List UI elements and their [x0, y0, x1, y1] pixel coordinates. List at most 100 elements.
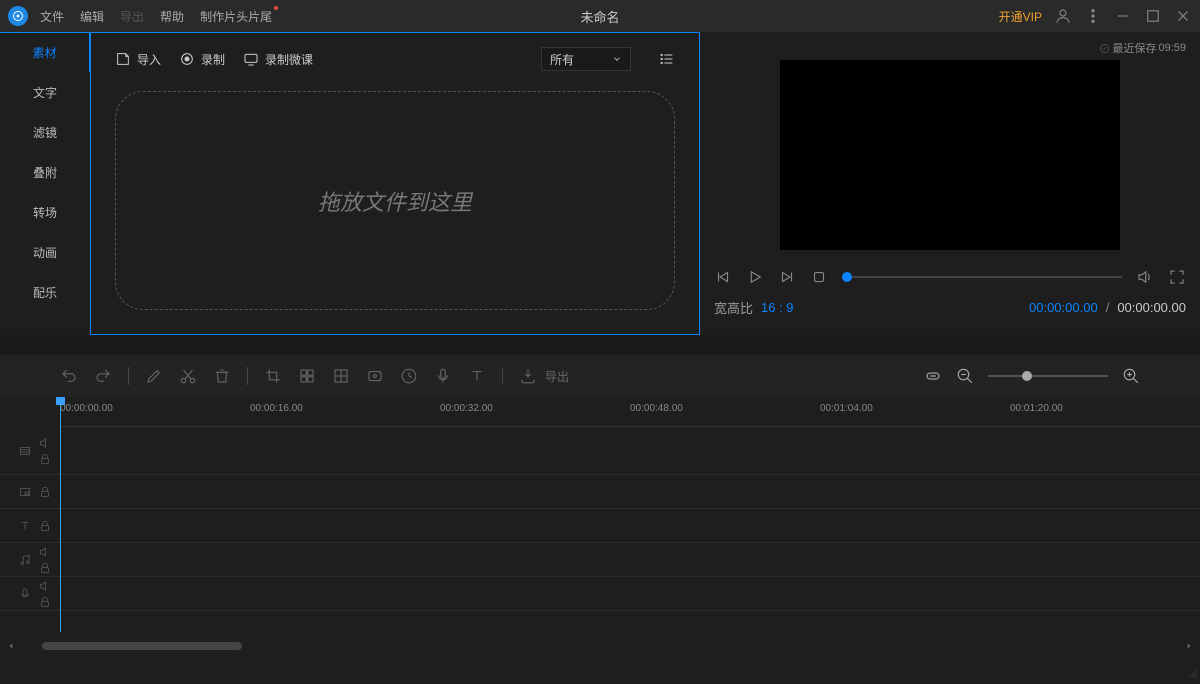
sidebar-tab-text[interactable]: 文字: [0, 72, 90, 112]
lock-icon[interactable]: [38, 595, 52, 609]
import-button[interactable]: 导入: [115, 51, 161, 68]
track-video-main[interactable]: [0, 427, 1200, 475]
prev-frame-icon[interactable]: [714, 268, 732, 286]
resize-grip[interactable]: [1186, 666, 1198, 678]
mosaic-icon[interactable]: [298, 367, 316, 385]
menu-file[interactable]: 文件: [40, 8, 64, 25]
chevron-down-icon: [612, 54, 622, 64]
sidebar-tab-overlay[interactable]: 叠附: [0, 152, 90, 192]
record-lesson-button[interactable]: 录制微课: [243, 51, 313, 68]
menu-help[interactable]: 帮助: [160, 8, 184, 25]
ruler-tick: 00:01:20.00: [1010, 403, 1063, 414]
playhead[interactable]: [60, 397, 61, 632]
media-panel: 导入 录制 录制微课 所有 拖放文件到这里: [90, 32, 700, 335]
account-icon[interactable]: [1054, 7, 1072, 25]
sidebar-tab-transition[interactable]: 转场: [0, 192, 90, 232]
lock-icon[interactable]: [38, 452, 52, 466]
media-filter-select[interactable]: 所有: [541, 47, 631, 71]
close-icon[interactable]: [1174, 7, 1192, 25]
track-video-pip[interactable]: [0, 475, 1200, 509]
track-audio[interactable]: [0, 543, 1200, 577]
time-current: 00:00:00.00: [1029, 300, 1098, 315]
vip-button[interactable]: 开通VIP: [999, 8, 1042, 25]
export-icon[interactable]: [519, 367, 537, 385]
mute-icon[interactable]: [38, 545, 52, 559]
timeline-ruler[interactable]: 00:00:00.00 00:00:16.00 00:00:32.00 00:0…: [60, 397, 1200, 427]
timeline-scrollbar[interactable]: [0, 639, 1200, 653]
cut-icon[interactable]: [179, 367, 197, 385]
aspect-ratio-label: 宽高比: [714, 298, 753, 317]
ruler-tick: 00:01:04.00: [820, 403, 873, 414]
main-menu: 文件 编辑 导出 帮助 制作片头片尾: [40, 8, 272, 25]
mute-icon[interactable]: [38, 436, 52, 450]
zoom-handle[interactable]: [1022, 371, 1032, 381]
volume-icon[interactable]: [1136, 268, 1154, 286]
track-voice[interactable]: [0, 577, 1200, 611]
seek-handle[interactable]: [842, 272, 852, 282]
more-icon[interactable]: [1084, 7, 1102, 25]
freeze-frame-icon[interactable]: [366, 367, 384, 385]
menu-credits[interactable]: 制作片头片尾: [200, 8, 272, 25]
import-icon: [115, 51, 131, 67]
lock-icon[interactable]: [38, 561, 52, 575]
ruler-tick: 00:00:00.00: [60, 403, 113, 414]
aspect-ratio-value[interactable]: 16 : 9: [761, 300, 794, 315]
lock-icon[interactable]: [38, 519, 52, 533]
mute-icon[interactable]: [38, 579, 52, 593]
ruler-tick: 00:00:16.00: [250, 403, 303, 414]
text-track-icon: [18, 519, 32, 533]
export-label[interactable]: 导出: [545, 368, 569, 385]
text-tool-icon[interactable]: [468, 367, 486, 385]
sidebar-tab-music[interactable]: 配乐: [0, 272, 90, 312]
voice-track-icon: [18, 587, 32, 601]
check-circle-icon: [1099, 43, 1110, 54]
menu-export[interactable]: 导出: [120, 8, 144, 25]
media-filter-value: 所有: [550, 51, 574, 68]
timeline: 00:00:00.00 00:00:16.00 00:00:32.00 00:0…: [0, 397, 1200, 653]
fit-icon[interactable]: [924, 367, 942, 385]
record-lesson-icon: [243, 51, 259, 67]
time-separator: /: [1106, 300, 1110, 315]
record-lesson-label: 录制微课: [265, 51, 313, 68]
minimize-icon[interactable]: [1114, 7, 1132, 25]
zoom-slider[interactable]: [988, 375, 1108, 377]
list-view-icon[interactable]: [659, 51, 675, 67]
redo-icon[interactable]: [94, 367, 112, 385]
record-label: 录制: [201, 51, 225, 68]
audio-track-icon: [18, 553, 32, 567]
titlebar: 文件 编辑 导出 帮助 制作片头片尾 未命名 开通VIP: [0, 0, 1200, 32]
app-logo: [8, 6, 28, 26]
play-icon[interactable]: [746, 268, 764, 286]
speed-icon[interactable]: [400, 367, 418, 385]
fullscreen-icon[interactable]: [1168, 268, 1186, 286]
edit-toolbar: 导出: [0, 355, 1200, 397]
sidebar-tab-filter[interactable]: 滤镜: [0, 112, 90, 152]
scroll-right-icon[interactable]: [1184, 641, 1194, 651]
seek-bar[interactable]: [842, 276, 1122, 278]
grid-icon[interactable]: [332, 367, 350, 385]
media-dropzone[interactable]: 拖放文件到这里: [115, 91, 675, 310]
record-icon: [179, 51, 195, 67]
crop-icon[interactable]: [264, 367, 282, 385]
undo-icon[interactable]: [60, 367, 78, 385]
sidebar-tab-animation[interactable]: 动画: [0, 232, 90, 272]
maximize-icon[interactable]: [1144, 7, 1162, 25]
document-title: 未命名: [580, 7, 619, 26]
edit-icon[interactable]: [145, 367, 163, 385]
time-duration: 00:00:00.00: [1117, 300, 1186, 315]
sidebar-tab-material[interactable]: 素材: [0, 32, 90, 72]
scroll-left-icon[interactable]: [6, 641, 16, 651]
stop-icon[interactable]: [810, 268, 828, 286]
lock-icon[interactable]: [38, 485, 52, 499]
next-frame-icon[interactable]: [778, 268, 796, 286]
menu-edit[interactable]: 编辑: [80, 8, 104, 25]
delete-icon[interactable]: [213, 367, 231, 385]
zoom-out-icon[interactable]: [956, 367, 974, 385]
scrollbar-thumb[interactable]: [42, 642, 242, 650]
track-text[interactable]: [0, 509, 1200, 543]
record-button[interactable]: 录制: [179, 51, 225, 68]
preview-panel: 最近保存 09:59 宽高比 16 : 9 00:00:00.00 / 00:0…: [700, 32, 1200, 335]
voice-icon[interactable]: [434, 367, 452, 385]
sidebar: 素材 文字 滤镜 叠附 转场 动画 配乐: [0, 32, 90, 335]
zoom-in-icon[interactable]: [1122, 367, 1140, 385]
